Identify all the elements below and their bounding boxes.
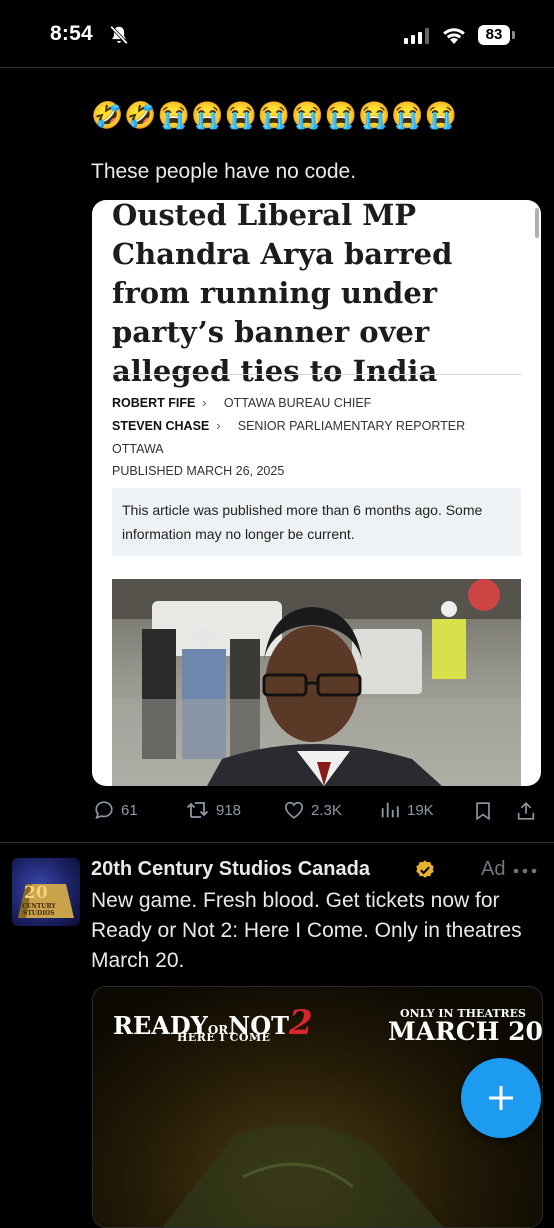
view-count: 19K: [407, 801, 434, 819]
movie-subtitle: HERE I COME: [177, 1031, 271, 1044]
status-time: 8:54: [50, 22, 93, 45]
retweet-button[interactable]: 918: [186, 799, 241, 821]
like-button[interactable]: 2.3K: [283, 799, 342, 821]
byline-author-1: ROBERT FIFE › OTTAWA BUREAU CHIEF: [112, 396, 371, 410]
bookmark-icon[interactable]: [472, 800, 494, 822]
title-number: 2: [288, 1003, 313, 1043]
svg-text:20: 20: [24, 883, 48, 903]
ad-label: Ad: [481, 858, 506, 880]
article-headline: Ousted Liberal MP Chandra Arya barred fr…: [112, 200, 453, 388]
release-date: MARCH 20: [388, 1017, 543, 1046]
cellular-signal-icon: [404, 28, 432, 44]
reply-button[interactable]: 61: [93, 799, 138, 821]
retweet-count: 918: [216, 801, 242, 819]
divider: [0, 67, 554, 68]
compose-post-button[interactable]: [461, 1058, 541, 1138]
views-button[interactable]: 19K: [379, 799, 434, 821]
photo-illustration: [112, 579, 521, 786]
chevron-right-icon: ›: [212, 419, 235, 433]
wifi-icon: [443, 28, 465, 44]
article-divider: [112, 374, 521, 375]
byline-author-2: STEVEN CHASE › SENIOR PARLIAMENTARY REPO…: [112, 419, 465, 433]
share-icon[interactable]: [515, 800, 537, 822]
views-chart-icon: [381, 802, 399, 818]
bell-muted-icon: [110, 25, 128, 45]
svg-text:STUDIOS: STUDIOS: [23, 910, 55, 917]
studio-logo-image: 20 CENTURY STUDIOS: [18, 883, 74, 918]
article-screenshot-image[interactable]: Ousted Liberal MP Chandra Arya barred fr…: [92, 200, 541, 786]
heart-icon: [284, 801, 304, 819]
author-name: ROBERT FIFE: [112, 396, 196, 410]
plus-icon: [489, 1086, 513, 1110]
divider: [0, 842, 554, 843]
article-photo: [112, 579, 521, 786]
ad-account-name[interactable]: 20th Century Studios Canada: [91, 858, 370, 881]
battery-level: 83: [478, 25, 510, 45]
chevron-right-icon: ›: [198, 396, 221, 410]
scroll-indicator: [535, 208, 539, 238]
retweet-icon: [186, 802, 209, 818]
reply-count: 61: [121, 801, 138, 819]
ad-text: New game. Fresh blood. Get tickets now f…: [91, 889, 522, 972]
tweet-emoji-text: 🤣🤣😭😭😭😭😭😭😭😭😭: [91, 100, 459, 130]
more-options-icon[interactable]: [513, 868, 539, 874]
poster-artwork: [163, 1124, 443, 1227]
article-age-notice: This article was published more than 6 m…: [112, 488, 521, 556]
notice-text: This article was published more than 6 m…: [122, 502, 483, 542]
verified-badge-icon: [416, 860, 434, 878]
battery-icon: [512, 31, 515, 39]
like-count: 2.3K: [311, 801, 342, 819]
article-published-date: PUBLISHED MARCH 26, 2025: [112, 464, 285, 478]
author-role: OTTAWA BUREAU CHIEF: [223, 396, 372, 410]
author-role: SENIOR PARLIAMENTARY REPORTER: [237, 419, 466, 433]
article-location: OTTAWA: [112, 442, 164, 456]
tweet-text: These people have no code.: [91, 160, 357, 183]
author-name: STEVEN CHASE: [112, 419, 210, 433]
svg-text:CENTURY: CENTURY: [22, 903, 56, 910]
reply-icon: [95, 801, 113, 820]
avatar[interactable]: 20 CENTURY STUDIOS: [12, 858, 80, 926]
